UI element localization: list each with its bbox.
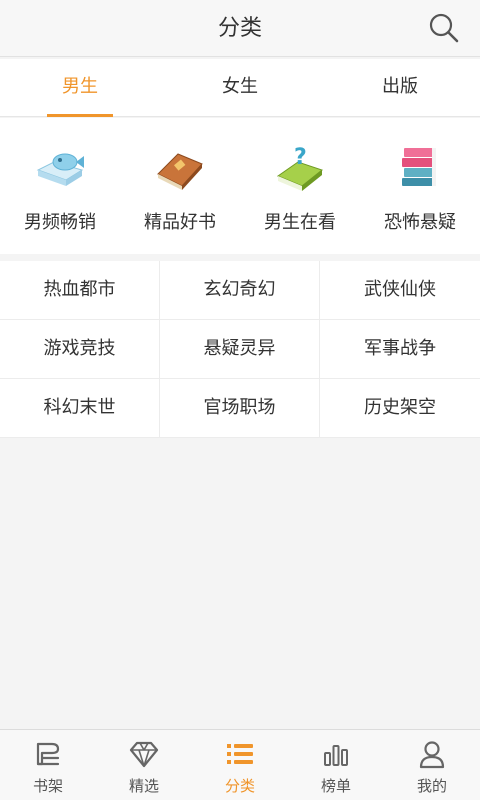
brown-book-icon — [157, 153, 203, 190]
tab-female[interactable]: 女生 — [160, 59, 320, 117]
book-stack-icon — [402, 148, 436, 186]
category-item[interactable]: 热血都市 — [0, 261, 160, 320]
feature-quality-books[interactable]: 精品好书 — [120, 118, 240, 254]
tab-male[interactable]: 男生 — [0, 59, 160, 117]
tab-publish-label: 出版 — [382, 76, 418, 97]
feature-label: 恐怖悬疑 — [384, 212, 456, 233]
page-title: 分类 — [217, 16, 262, 41]
tabbar-label: 精选 — [128, 777, 159, 795]
feature-horror-suspense[interactable]: 恐怖悬疑 — [360, 118, 480, 254]
bottom-tab-bar: 书架 精选 分类 榜单 我的 — [0, 729, 480, 800]
category-item[interactable]: 官场职场 — [160, 379, 320, 438]
gender-tabs: 男生 女生 出版 — [0, 59, 480, 117]
tabbar-label: 榜单 — [320, 777, 351, 795]
feature-label: 精品好书 — [144, 212, 216, 233]
category-item[interactable]: 游戏竞技 — [0, 320, 160, 379]
bookshelf-icon — [36, 742, 60, 766]
top-bar: 分类 — [0, 0, 480, 57]
category-item[interactable]: 玄幻奇幻 — [160, 261, 320, 320]
category-item[interactable]: 武侠仙侠 — [320, 261, 480, 320]
list-icon — [227, 744, 253, 764]
tabbar-label: 我的 — [416, 777, 447, 795]
search-icon[interactable] — [428, 12, 460, 44]
tab-publish[interactable]: 出版 — [320, 59, 480, 117]
feature-label: 男生在看 — [264, 212, 336, 233]
tabbar-featured[interactable]: 精选 — [96, 730, 192, 800]
tabbar-profile[interactable]: 我的 — [384, 730, 480, 800]
category-item[interactable]: 历史架空 — [320, 379, 480, 438]
book-fish-icon — [36, 153, 84, 186]
category-grid: 热血都市 玄幻奇幻 武侠仙侠 游戏竞技 悬疑灵异 军事战争 科幻末世 官场职场 … — [0, 261, 480, 438]
category-item[interactable]: 悬疑灵异 — [160, 320, 320, 379]
book-question-icon: ? — [276, 145, 324, 191]
active-tab-indicator — [47, 114, 113, 117]
feature-male-reading[interactable]: ? 男生在看 — [240, 118, 360, 254]
tabbar-ranking[interactable]: 榜单 — [288, 730, 384, 800]
tabbar-category[interactable]: 分类 — [192, 730, 288, 800]
tabbar-label: 书架 — [32, 777, 63, 795]
user-icon — [419, 741, 445, 769]
bar-chart-icon — [324, 745, 348, 766]
feature-label: 男频畅销 — [24, 212, 96, 233]
tab-female-label: 女生 — [222, 76, 258, 97]
tabbar-bookshelf[interactable]: 书架 — [0, 730, 96, 800]
featured-shortcuts: 男频畅销 精品好书 ? 男生在看 恐怖悬疑 — [0, 118, 480, 254]
diamond-icon — [129, 741, 159, 768]
svg-text:?: ? — [294, 145, 307, 170]
tab-male-label: 男生 — [62, 76, 98, 97]
tabbar-label: 分类 — [224, 777, 255, 795]
category-item[interactable]: 军事战争 — [320, 320, 480, 379]
feature-male-bestseller[interactable]: 男频畅销 — [0, 118, 120, 254]
category-item[interactable]: 科幻末世 — [0, 379, 160, 438]
